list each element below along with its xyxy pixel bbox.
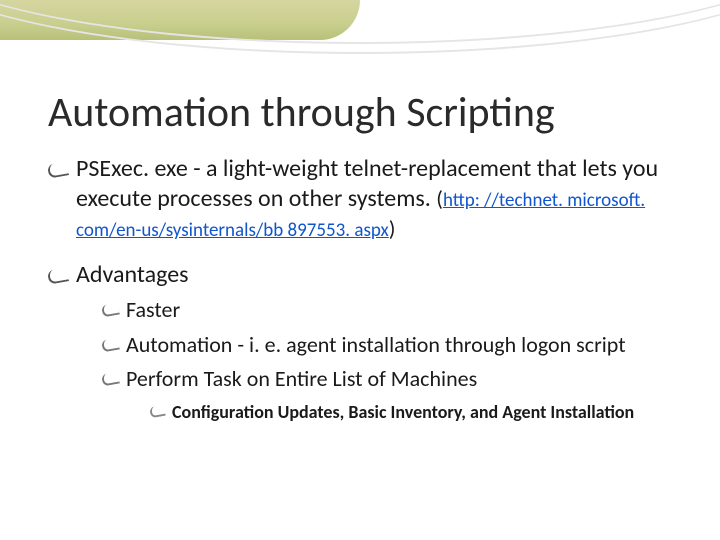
bullet-item: PSExec. exe - a light-weight telnet-repl… (48, 154, 672, 244)
sub-bullet-text: Automation - i. e. agent installation th… (126, 331, 626, 358)
sub-bullet-item: Faster (102, 296, 672, 325)
bullet-text: Advantages (76, 260, 189, 289)
sub-bullet-item: Automation - i. e. agent installation th… (102, 331, 672, 360)
bullet-subsublist: Configuration Updates, Basic Inventory, … (126, 400, 672, 424)
slide-content: Automation through Scripting PSExec. exe… (0, 0, 720, 540)
paren-close: ) (389, 215, 396, 242)
sub-bullet-text: Faster (126, 296, 180, 323)
subsub-bullet-text: Configuration Updates, Basic Inventory, … (172, 401, 634, 423)
subsub-bullet-item: Configuration Updates, Basic Inventory, … (150, 400, 672, 424)
bullet-sublist: Faster Automation - i. e. agent installa… (76, 296, 672, 424)
paren-open: ( (436, 185, 443, 212)
slide-title: Automation through Scripting (48, 90, 672, 136)
sub-bullet-text: Perform Task on Entire List of Machines (126, 365, 477, 392)
bullet-item: Advantages Faster Automation - i. e. age… (48, 260, 672, 424)
bullet-list: PSExec. exe - a light-weight telnet-repl… (48, 154, 672, 424)
sub-bullet-item: Perform Task on Entire List of Machines … (102, 365, 672, 424)
